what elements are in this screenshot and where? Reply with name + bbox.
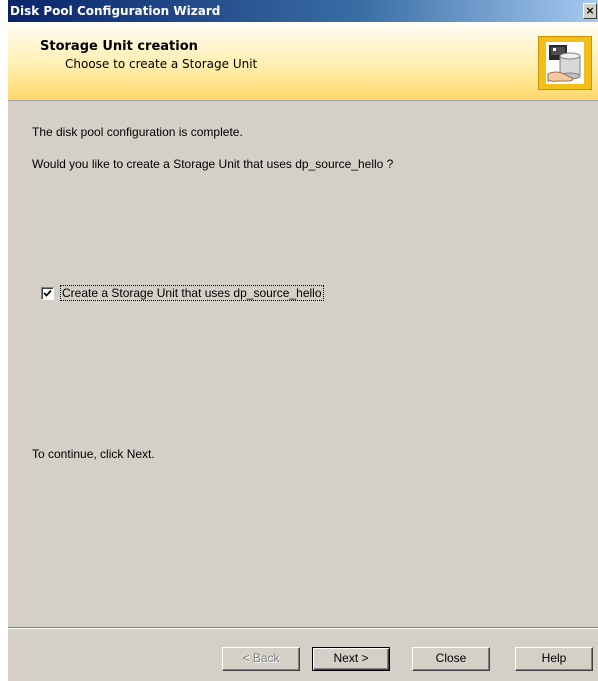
close-window-button[interactable]: × [583,3,597,19]
footer-divider [8,627,598,629]
title-bar[interactable]: Disk Pool Configuration Wizard × [8,0,598,22]
completion-text: The disk pool configuration is complete. [32,125,243,139]
wizard-window: Disk Pool Configuration Wizard × Storage… [8,0,598,681]
next-button[interactable]: Next > [312,647,390,671]
checkmark-icon [43,289,52,297]
page-subtitle: Choose to create a Storage Unit [65,57,258,71]
window-title: Disk Pool Configuration Wizard [10,4,221,18]
close-icon: × [585,4,595,17]
create-storage-unit-checkbox[interactable] [41,286,54,300]
create-storage-unit-option[interactable]: Create a Storage Unit that uses dp_sourc… [41,285,324,301]
wizard-header: Storage Unit creation Choose to create a… [8,22,598,101]
storage-unit-icon [537,35,593,91]
page-title: Storage Unit creation [40,39,198,54]
help-button[interactable]: Help [515,647,593,671]
back-button[interactable]: < Back [222,647,300,671]
checkbox-label[interactable]: Create a Storage Unit that uses dp_sourc… [60,285,324,301]
continue-instruction: To continue, click Next. [32,447,155,461]
question-text: Would you like to create a Storage Unit … [32,157,394,171]
close-button[interactable]: Close [412,647,490,671]
